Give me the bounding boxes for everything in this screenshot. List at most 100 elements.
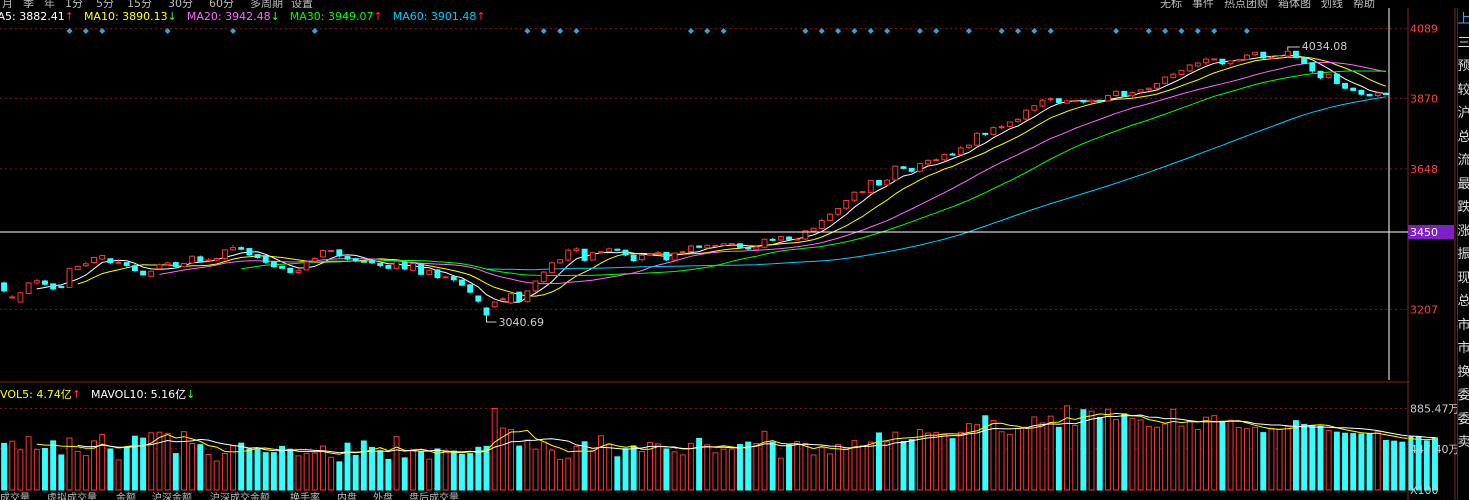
y-tick-label: 3870 bbox=[1410, 92, 1438, 105]
period-tab[interactable]: 5分 bbox=[96, 0, 114, 8]
candle-body bbox=[123, 262, 130, 266]
candle-body bbox=[1104, 95, 1111, 102]
period-tab[interactable]: 季 bbox=[23, 0, 34, 8]
period-tab[interactable]: 年 bbox=[44, 0, 55, 8]
period-tab[interactable]: 15分 bbox=[127, 0, 152, 8]
toolbar-button[interactable]: 帮助 bbox=[1353, 0, 1375, 8]
signal-marker bbox=[867, 28, 874, 34]
candle-body bbox=[1039, 99, 1046, 107]
candle-body bbox=[1186, 64, 1193, 72]
candle-body bbox=[712, 244, 719, 247]
volume-bar bbox=[565, 457, 572, 491]
candle-body bbox=[33, 280, 40, 284]
candle-body bbox=[17, 292, 24, 303]
candle-body bbox=[647, 253, 653, 256]
volume-bar bbox=[74, 450, 81, 491]
volume-bar bbox=[524, 439, 531, 491]
candle-body bbox=[1243, 54, 1250, 61]
candle-body bbox=[524, 290, 531, 303]
volume-bar bbox=[344, 442, 351, 491]
volume-bar bbox=[221, 452, 228, 491]
volume-bar bbox=[786, 444, 792, 491]
signal-marker bbox=[998, 28, 1005, 34]
volume-bar bbox=[925, 432, 931, 491]
volume-bar bbox=[1391, 440, 1398, 491]
indicator-tab[interactable]: 外盘 bbox=[373, 492, 393, 500]
indicator-tab[interactable]: 盘后成交量 bbox=[409, 492, 459, 500]
candle-body bbox=[156, 264, 163, 270]
volume-factor-label: X100 bbox=[1410, 484, 1439, 497]
candle-body bbox=[1194, 62, 1201, 67]
candle-body bbox=[998, 126, 1005, 129]
indicator-tab[interactable]: 换手率 bbox=[290, 492, 320, 500]
volume-trend-arrow: ↑ bbox=[71, 388, 82, 401]
period-tab[interactable]: 1分 bbox=[65, 0, 83, 8]
ma-legend-item: MA60: 3901.48↑ bbox=[393, 10, 491, 23]
candle-body bbox=[270, 261, 277, 268]
toolbar-button[interactable]: 箱体图 bbox=[1278, 0, 1311, 8]
volume-bar bbox=[360, 440, 367, 491]
ma-legend-label: MA10: 3890.13 bbox=[83, 10, 168, 23]
volume-bar bbox=[663, 448, 670, 491]
candle-body bbox=[1072, 100, 1079, 103]
candle-body bbox=[1309, 62, 1316, 72]
indicator-tab[interactable]: 沪深金额 bbox=[152, 492, 192, 500]
signal-marker bbox=[1047, 28, 1054, 34]
volume-bar bbox=[884, 441, 891, 491]
candle-body bbox=[687, 245, 694, 252]
indicator-tab[interactable]: 内盘 bbox=[337, 492, 357, 500]
candle-body bbox=[1382, 92, 1389, 96]
period-tab[interactable]: 多周期 bbox=[250, 0, 283, 8]
ma-legend-item: MA20: 3942.48↓ bbox=[187, 10, 285, 23]
volume-bar bbox=[82, 455, 89, 491]
candle-body bbox=[638, 254, 645, 261]
candle-body bbox=[1129, 92, 1136, 97]
signal-marker bbox=[802, 28, 809, 34]
period-tab[interactable]: 60分 bbox=[209, 0, 234, 8]
side-panel-label: 总 bbox=[1458, 126, 1469, 150]
toolbar-button[interactable]: 划线 bbox=[1321, 0, 1343, 8]
crosshair: 3450 bbox=[0, 0, 1454, 380]
candle-body bbox=[1276, 55, 1283, 58]
candle-body bbox=[573, 248, 580, 251]
candle-body bbox=[369, 260, 375, 264]
toolbar-button[interactable]: 热点团购 bbox=[1224, 0, 1268, 8]
chart-svg[interactable]: 4089 3870 3648 3450 3207 885.47万 447.40万 X100 4… bbox=[0, 0, 1469, 500]
volume-bar bbox=[720, 448, 727, 491]
candle-body bbox=[1055, 98, 1062, 104]
period-tab[interactable]: 30分 bbox=[168, 0, 193, 8]
volume-bar bbox=[115, 459, 122, 491]
candle-body bbox=[622, 249, 629, 256]
indicator-tab[interactable]: 沪深成交金额 bbox=[210, 492, 270, 500]
volume-bar bbox=[1301, 423, 1308, 491]
candle-body bbox=[916, 163, 923, 172]
volume-bar bbox=[704, 444, 711, 491]
toolbar-button[interactable]: 无标 bbox=[1160, 0, 1182, 8]
candle-body bbox=[1006, 121, 1013, 127]
volume-bar bbox=[532, 448, 539, 491]
toolbar-button[interactable]: 事件 bbox=[1192, 0, 1214, 8]
period-toolbar: 月 季 年 1分 5分 15分 30分 60分 多周期 设置 无标 事件 热点团购 箱体图 划线 帮助 bbox=[0, 0, 1469, 8]
volume-bar bbox=[50, 440, 57, 491]
period-tab[interactable]: 设置 bbox=[291, 0, 313, 8]
volume-bar bbox=[1186, 420, 1193, 491]
candle-body bbox=[867, 179, 874, 194]
volume-bar bbox=[25, 436, 32, 491]
indicator-tab[interactable]: 成交量 bbox=[0, 492, 30, 500]
candle-body bbox=[499, 298, 506, 301]
volume-bar bbox=[598, 435, 604, 491]
volume-legend: VOL5: 4.74亿↑ MAVOL10: 5.16亿↓ bbox=[0, 386, 205, 402]
volume-bar bbox=[1, 442, 8, 491]
side-panel-label: 跌 bbox=[1458, 196, 1469, 220]
volume-bar bbox=[671, 451, 678, 491]
indicator-tab[interactable]: 虚拟成交量 bbox=[47, 492, 97, 500]
volume-bar bbox=[1178, 425, 1185, 491]
candle-body bbox=[360, 260, 367, 263]
volume-bar bbox=[696, 437, 703, 491]
candle-body bbox=[50, 283, 57, 290]
indicator-tab[interactable]: 金额 bbox=[116, 492, 136, 500]
signal-marker bbox=[818, 28, 825, 34]
period-tab[interactable]: 月 bbox=[2, 0, 13, 8]
volume-bar bbox=[1145, 425, 1152, 491]
volume-bar bbox=[1055, 426, 1062, 491]
